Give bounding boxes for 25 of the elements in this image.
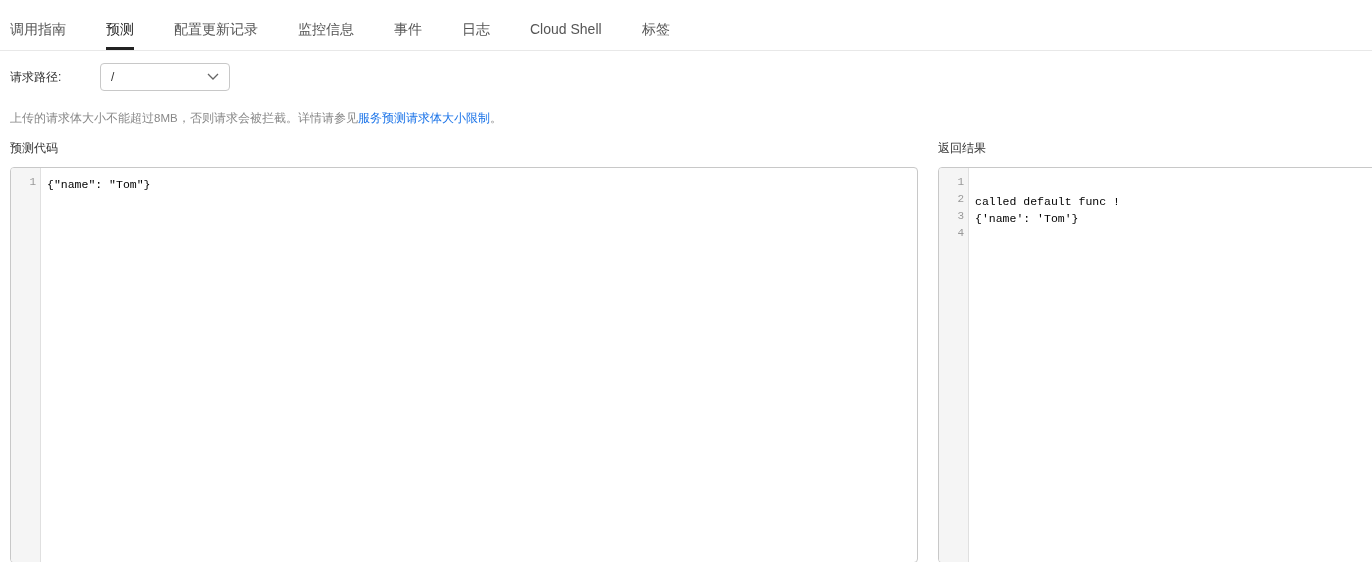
tab[interactable]: 调用指南 — [10, 0, 66, 50]
notice-text: 上传的请求体大小不能超过8MB，否则请求会被拦截。详情请参见服务预测请求体大小限制。 — [10, 112, 502, 124]
code-line: {'name': 'Tom'} — [975, 212, 1079, 225]
line-number: 4 — [956, 226, 965, 241]
tab[interactable]: 标签 — [641, 0, 670, 50]
size-limit-link[interactable]: 服务预测请求体大小限制 — [357, 112, 490, 124]
line-number: 1 — [28, 175, 37, 190]
tab[interactable]: 事件 — [394, 0, 422, 50]
panel-label: 返回结果 — [938, 140, 987, 157]
line-number: 3 — [956, 209, 965, 224]
tab[interactable]: 监控信息 — [298, 0, 354, 50]
code-editor[interactable]: 1 2 3 4 called default func ! {'name': 'Tom'} — [938, 167, 1372, 562]
chevron-down-icon — [207, 73, 219, 81]
path-select[interactable]: / — [100, 63, 230, 91]
tab[interactable]: Cloud Shell — [530, 0, 602, 50]
line-number: 2 — [956, 192, 965, 207]
code-line: called default func ! — [975, 195, 1120, 208]
line-number: 1 — [956, 175, 965, 190]
field-label: 请求路径: — [10, 69, 63, 86]
panel-label: 预测代码 — [10, 140, 59, 157]
tab[interactable]: 预测 — [106, 0, 134, 50]
code-line: {"name": "Tom"} — [47, 178, 151, 191]
tab[interactable]: 日志 — [462, 0, 490, 50]
code-editor[interactable]: 1 {"name": "Tom"} — [10, 167, 918, 562]
tab[interactable]: 配置更新记录 — [174, 0, 258, 50]
